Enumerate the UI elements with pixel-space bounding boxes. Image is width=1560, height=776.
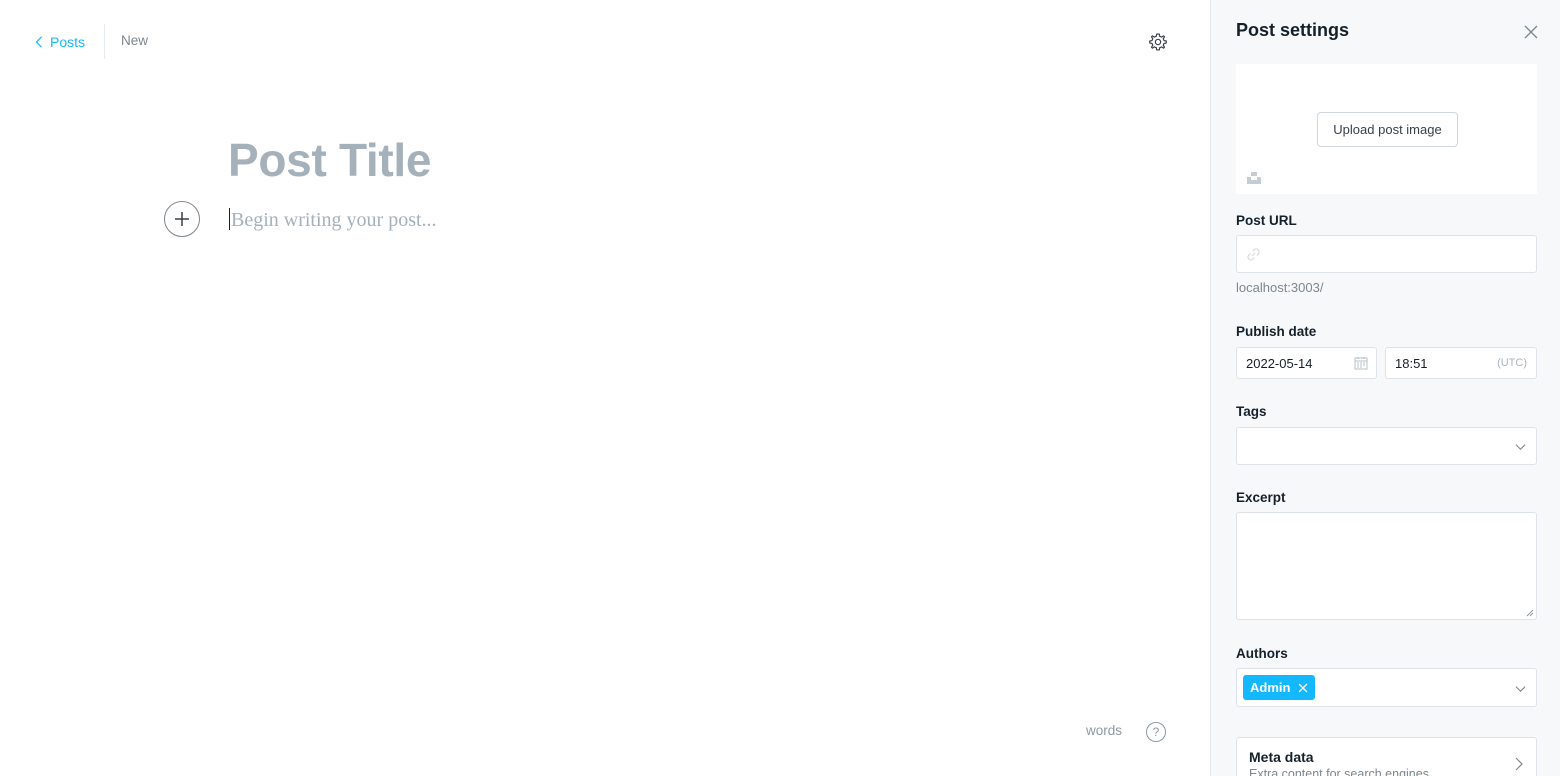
help-button[interactable]: ? (1146, 722, 1166, 742)
post-image-dropzone: Upload post image (1236, 64, 1537, 194)
publish-date-value: 2022-05-14 (1246, 355, 1313, 371)
unsplash-icon[interactable] (1247, 171, 1261, 185)
post-body-editor[interactable]: Begin writing your post... (231, 205, 1131, 235)
publish-time-value: 18:51 (1395, 355, 1428, 371)
excerpt-label: Excerpt (1236, 490, 1286, 505)
authors-select[interactable]: Admin (1236, 668, 1537, 707)
gear-icon (1149, 33, 1167, 51)
post-settings-panel: Post settings Upload post image Post URL… (1210, 0, 1560, 776)
upload-post-image-button[interactable]: Upload post image (1317, 112, 1458, 147)
text-cursor (229, 208, 230, 230)
post-url-preview: localhost:3003/ (1236, 280, 1324, 295)
breadcrumb-divider (104, 24, 105, 59)
remove-author-icon[interactable] (1298, 683, 1308, 693)
editor-topbar: Posts New (0, 0, 1210, 84)
author-token-label: Admin (1250, 680, 1291, 695)
question-mark-icon: ? (1152, 725, 1160, 739)
tags-label: Tags (1236, 404, 1267, 419)
publish-date-input[interactable]: 2022-05-14 (1236, 347, 1377, 379)
link-icon (1247, 247, 1260, 261)
back-link-label: Posts (50, 34, 86, 50)
meta-data-card[interactable]: Meta data Extra content for search engin… (1236, 737, 1537, 776)
plus-icon (175, 212, 189, 226)
post-url-input[interactable] (1236, 235, 1537, 273)
chevron-left-icon (35, 36, 42, 48)
resize-handle-icon[interactable] (1526, 609, 1534, 617)
calendar-icon[interactable] (1354, 356, 1368, 370)
meta-data-subtitle: Extra content for search engines (1249, 767, 1429, 776)
timezone-label: (UTC) (1497, 357, 1527, 369)
meta-data-title: Meta data (1249, 749, 1314, 765)
close-icon (1524, 25, 1538, 39)
publish-time-input[interactable]: 18:51 (UTC) (1385, 347, 1537, 379)
add-card-button[interactable] (164, 201, 200, 237)
word-count: words (1086, 723, 1123, 738)
tags-select[interactable] (1236, 427, 1537, 465)
post-url-label: Post URL (1236, 213, 1297, 228)
author-token[interactable]: Admin (1243, 675, 1316, 700)
chevron-down-icon (1515, 444, 1526, 451)
editor-area: Posts New Post Title Begin writing your … (0, 0, 1210, 776)
post-status: New (121, 33, 149, 48)
excerpt-textarea[interactable] (1236, 512, 1537, 620)
chevron-right-icon (1515, 757, 1523, 771)
close-panel-button[interactable] (1521, 22, 1541, 42)
back-to-posts-link[interactable]: Posts (34, 30, 85, 54)
authors-label: Authors (1236, 646, 1288, 661)
post-title-input[interactable]: Post Title (228, 130, 1128, 190)
chevron-down-icon (1515, 686, 1526, 693)
panel-title: Post settings (1236, 20, 1350, 40)
post-settings-toggle[interactable] (1146, 30, 1170, 54)
publish-date-label: Publish date (1236, 324, 1317, 339)
